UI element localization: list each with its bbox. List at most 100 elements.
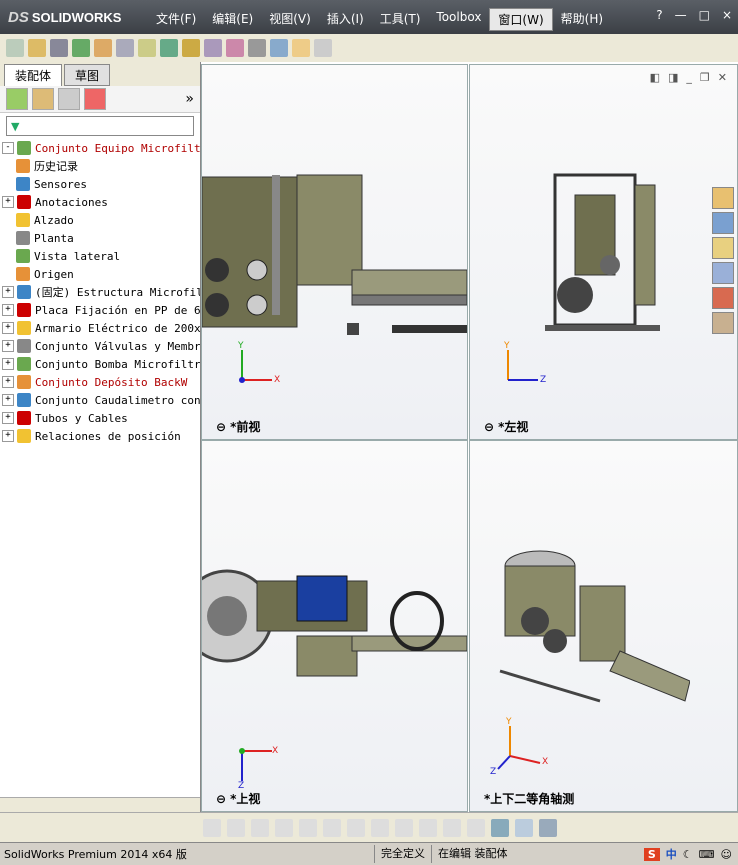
snapshot-icon[interactable] xyxy=(314,39,332,57)
tree-item[interactable]: Planta xyxy=(2,229,200,247)
offset-icon[interactable] xyxy=(395,819,413,837)
viewport-left[interactable]: ◧ ◨ _ ❐ ✕ Y Z ⊖ *左视 xyxy=(469,64,738,440)
link-views-icon-left[interactable]: ⊖ xyxy=(484,420,494,434)
single-view-icon[interactable] xyxy=(515,819,533,837)
user-icon[interactable]: ☺ xyxy=(721,848,732,861)
tree-expand-toggle[interactable]: - xyxy=(2,142,14,154)
menu-edit[interactable]: 编辑(E) xyxy=(204,8,261,31)
tree-item[interactable]: + Armario Eléctrico de 200x1 xyxy=(2,319,200,337)
viewport-minimize-icon[interactable]: _ xyxy=(686,71,692,84)
new-component-icon[interactable] xyxy=(6,39,24,57)
link-views-icon-top[interactable]: ⊖ xyxy=(216,792,226,806)
display-manager-icon[interactable] xyxy=(84,88,106,110)
smart-fasteners-icon[interactable] xyxy=(94,39,112,57)
reference-geometry-icon[interactable] xyxy=(182,39,200,57)
tree-item[interactable]: + Tubos y Cables xyxy=(2,409,200,427)
tree-expand-toggle[interactable]: + xyxy=(2,304,14,316)
tree-item[interactable]: Vista lateral xyxy=(2,247,200,265)
appearances-icon[interactable] xyxy=(712,287,734,309)
tree-item[interactable]: + (固定) Estructura Microfil xyxy=(2,283,200,301)
viewport-restore-icon[interactable]: ❐ xyxy=(700,71,710,84)
tree-expand-toggle[interactable]: + xyxy=(2,286,14,298)
tree-expand-toggle[interactable]: + xyxy=(2,430,14,442)
3d-view-icon[interactable] xyxy=(491,819,509,837)
ime-logo-icon[interactable]: S xyxy=(643,847,660,861)
viewport-isometric[interactable]: Y X Z *上下二等角轴测 xyxy=(469,440,738,812)
tree-item[interactable]: 历史记录 xyxy=(2,157,200,175)
minimize-button[interactable]: — xyxy=(675,8,687,22)
angle-icon[interactable] xyxy=(467,819,485,837)
property-manager-icon[interactable] xyxy=(32,88,54,110)
tree-item[interactable]: + Conjunto Caudalimetro con xyxy=(2,391,200,409)
link-views-icon[interactable]: ⊖ xyxy=(216,420,226,434)
tree-expand-toggle[interactable]: + xyxy=(2,358,14,370)
feature-manager-icon[interactable] xyxy=(6,88,28,110)
tree-expand-toggle[interactable]: + xyxy=(2,322,14,334)
move-component-icon[interactable] xyxy=(116,39,134,57)
ime-language[interactable]: 中 xyxy=(666,846,677,862)
speedpak-icon[interactable] xyxy=(292,39,310,57)
tree-item[interactable]: + Conjunto Válvulas y Membre xyxy=(2,337,200,355)
fillet-icon[interactable] xyxy=(347,819,365,837)
instant3d-icon[interactable] xyxy=(270,39,288,57)
menu-tools[interactable]: 工具(T) xyxy=(372,8,429,31)
menu-view[interactable]: 视图(V) xyxy=(261,8,319,31)
tree-item[interactable]: + Conjunto Bomba Microfiltre xyxy=(2,355,200,373)
tree-item[interactable]: + Relaciones de posición xyxy=(2,427,200,445)
viewport-close-icon[interactable]: ✕ xyxy=(718,71,727,84)
mate-icon[interactable] xyxy=(50,39,68,57)
tree-item[interactable]: Origen xyxy=(2,265,200,283)
exploded-view-icon[interactable] xyxy=(248,39,266,57)
close-button[interactable]: × xyxy=(722,8,732,22)
trim-icon[interactable] xyxy=(299,819,317,837)
tree-item[interactable]: Sensores xyxy=(2,175,200,193)
menu-window[interactable]: 窗口(W) xyxy=(489,8,553,31)
viewport-top[interactable]: X Z ⊖ *上视 xyxy=(201,440,468,812)
home-icon[interactable] xyxy=(712,187,734,209)
mirror-icon[interactable] xyxy=(323,819,341,837)
menu-help[interactable]: 帮助(H) xyxy=(553,8,611,31)
keyboard-icon[interactable]: ⌨ xyxy=(699,848,715,861)
assembly-features-icon[interactable] xyxy=(160,39,178,57)
tree-filter-input[interactable]: ▼ xyxy=(6,116,194,136)
tree-expand-toggle[interactable]: + xyxy=(2,340,14,352)
chamfer-icon[interactable] xyxy=(371,819,389,837)
tab-assembly[interactable]: 装配体 xyxy=(4,64,63,86)
tree-expand-toggle[interactable]: + xyxy=(2,412,14,424)
point-icon[interactable] xyxy=(203,819,221,837)
insert-component-icon[interactable] xyxy=(28,39,46,57)
viewport-front[interactable]: Y X ⊖ *前视 xyxy=(201,64,468,440)
circle-icon[interactable] xyxy=(227,819,245,837)
menu-file[interactable]: 文件(F) xyxy=(148,8,204,31)
bill-of-materials-icon[interactable] xyxy=(226,39,244,57)
file-explorer-icon[interactable] xyxy=(712,237,734,259)
tree-expand-toggle[interactable]: + xyxy=(2,196,14,208)
smart-dimension-icon[interactable] xyxy=(419,819,437,837)
four-view-icon[interactable] xyxy=(539,819,557,837)
line-icon[interactable] xyxy=(251,819,269,837)
moon-icon[interactable]: ☾ xyxy=(683,848,693,861)
panel-expand-icon[interactable]: » xyxy=(185,91,194,107)
viewport-next-icon[interactable]: ◨ xyxy=(668,71,678,84)
menu-insert[interactable]: 插入(I) xyxy=(319,8,372,31)
polygon-icon[interactable] xyxy=(275,819,293,837)
help-button[interactable]: ? xyxy=(656,8,662,22)
tree-item[interactable]: + Conjunto Depósito BackW xyxy=(2,373,200,391)
tree-expand-toggle[interactable]: + xyxy=(2,376,14,388)
new-motion-study-icon[interactable] xyxy=(204,39,222,57)
tree-item[interactable]: - Conjunto Equipo Microfiltr xyxy=(2,139,200,157)
tab-sketch[interactable]: 草图 xyxy=(64,64,111,86)
tree-item[interactable]: Alzado xyxy=(2,211,200,229)
linear-pattern-icon[interactable] xyxy=(72,39,90,57)
grid-icon[interactable] xyxy=(443,819,461,837)
menu-toolbox[interactable]: Toolbox xyxy=(428,8,489,31)
design-library-icon[interactable] xyxy=(712,212,734,234)
view-palette-icon[interactable] xyxy=(712,262,734,284)
tree-expand-toggle[interactable]: + xyxy=(2,394,14,406)
tree-item[interactable]: + Placa Fijación en PP de 60 xyxy=(2,301,200,319)
panel-horizontal-scrollbar[interactable] xyxy=(0,797,200,812)
configuration-manager-icon[interactable] xyxy=(58,88,80,110)
tree-item[interactable]: + Anotaciones xyxy=(2,193,200,211)
show-hidden-icon[interactable] xyxy=(138,39,156,57)
maximize-button[interactable]: □ xyxy=(699,8,710,22)
